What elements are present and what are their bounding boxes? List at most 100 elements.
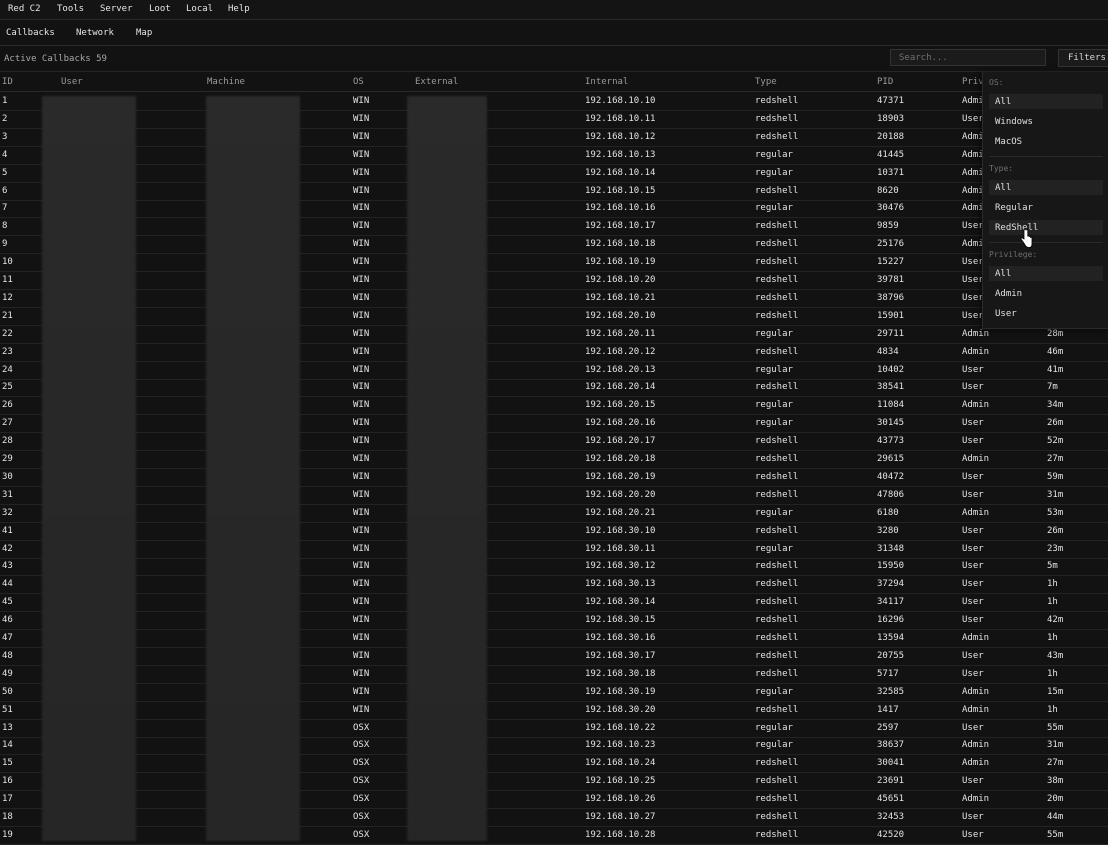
table-row[interactable]: 13 OSX 192.168.10.22 regular 2597 User 55m [0, 719, 1108, 738]
filter-os-windows[interactable]: Windows [989, 114, 1103, 129]
menu-loot[interactable]: Loot [149, 4, 171, 14]
table-row[interactable]: 18 OSX 192.168.10.27 redshell 32453 User 44m [0, 808, 1108, 827]
table-row[interactable]: 22 WIN 192.168.20.11 regular 29711 Admin 28m [0, 325, 1108, 344]
table-row[interactable]: 42 WIN 192.168.30.11 regular 31348 User 23m [0, 540, 1108, 559]
cell-type: regular [755, 740, 793, 751]
menu-server[interactable]: Server [100, 4, 133, 14]
table-row[interactable]: 4 WIN 192.168.10.13 regular 41445 Admi [0, 146, 1108, 165]
table-row[interactable]: 47 WIN 192.168.30.16 redshell 13594 Admin 1h [0, 629, 1108, 648]
cell-type: redshell [755, 794, 799, 805]
cell-type: redshell [755, 668, 799, 679]
menu-help[interactable]: Help [228, 4, 250, 14]
table-row[interactable]: 10 WIN 192.168.10.19 redshell 15227 User [0, 253, 1108, 273]
cell-internal-ip: 192.168.30.13 [585, 579, 656, 590]
cell-privilege: Admin [962, 686, 990, 697]
cell-last-seen: 41m [1047, 364, 1064, 375]
table-row[interactable]: 15 OSX 192.168.10.24 redshell 30041 Admin 27m [0, 754, 1108, 774]
cell-os: WIN [353, 131, 370, 142]
table-row[interactable]: 21 WIN 192.168.20.10 redshell 15901 User [0, 307, 1108, 326]
table-row[interactable]: 31 WIN 192.168.20.20 redshell 47806 User 31m [0, 486, 1108, 505]
cell-pid: 15227 [877, 257, 905, 268]
table-row[interactable]: 11 WIN 192.168.10.20 redshell 39781 User [0, 271, 1108, 290]
table-row[interactable]: 6 WIN 192.168.10.15 redshell 8620 Admi [0, 182, 1108, 201]
cell-internal-ip: 192.168.20.12 [585, 346, 656, 357]
table-row[interactable]: 51 WIN 192.168.30.20 redshell 1417 Admin 1h [0, 701, 1108, 720]
table-row[interactable]: 2 WIN 192.168.10.11 redshell 18903 User [0, 110, 1108, 129]
menu-red-c2[interactable]: Red C2 [8, 4, 41, 14]
table-row[interactable]: 41 WIN 192.168.30.10 redshell 3280 User 26m [0, 522, 1108, 541]
cell-os: WIN [353, 185, 370, 196]
table-row[interactable]: 46 WIN 192.168.30.15 redshell 16296 User 42m [0, 611, 1108, 631]
table-row[interactable]: 28 WIN 192.168.20.17 redshell 43773 User 52m [0, 432, 1108, 452]
cell-type: redshell [755, 454, 799, 464]
table-row[interactable]: 26 WIN 192.168.20.15 regular 11084 Admin 34m [0, 396, 1108, 416]
table-row[interactable]: 1 WIN 192.168.10.10 redshell 47371 Admi [0, 92, 1108, 111]
table-row[interactable]: 8 WIN 192.168.10.17 redshell 9859 User [0, 217, 1108, 237]
table-row[interactable]: 16 OSX 192.168.10.25 redshell 23691 User 38m [0, 772, 1108, 792]
table-row[interactable]: 9 WIN 192.168.10.18 redshell 25176 Admi [0, 235, 1108, 255]
column-id[interactable]: ID [2, 77, 13, 87]
table-row[interactable]: 43 WIN 192.168.30.12 redshell 15950 User 5m [0, 557, 1108, 577]
cell-pid: 45651 [877, 794, 905, 805]
tab-network[interactable]: Network [76, 28, 114, 38]
filter-type-all[interactable]: All [989, 180, 1103, 195]
column-privilege[interactable]: Priv [962, 77, 984, 87]
hand-cursor-icon [1020, 229, 1033, 248]
cell-id: 25 [2, 382, 13, 393]
column-type[interactable]: Type [755, 77, 777, 87]
filter-privilege-all[interactable]: All [989, 266, 1103, 281]
cell-internal-ip: 192.168.10.15 [585, 185, 656, 196]
filter-type-redshell[interactable]: RedShell [989, 220, 1103, 235]
cell-os: WIN [353, 650, 370, 661]
filters-button[interactable]: Filters [1058, 49, 1108, 67]
cell-os: WIN [353, 96, 370, 106]
cell-os: WIN [353, 525, 370, 536]
table-row[interactable]: 50 WIN 192.168.30.19 regular 32585 Admin 15m [0, 683, 1108, 702]
table-row[interactable]: 24 WIN 192.168.20.13 regular 10402 User 41m [0, 361, 1108, 380]
cell-internal-ip: 192.168.20.16 [585, 418, 656, 429]
table-row[interactable]: 7 WIN 192.168.10.16 regular 30476 Admi [0, 199, 1108, 219]
filter-os-all[interactable]: All [989, 94, 1103, 109]
filter-option-label: All [995, 183, 1012, 193]
tab-callbacks[interactable]: Callbacks [6, 28, 55, 38]
cell-os: WIN [353, 597, 370, 608]
table-row[interactable]: 3 WIN 192.168.10.12 redshell 20188 Admi [0, 128, 1108, 147]
table-row[interactable]: 48 WIN 192.168.30.17 redshell 20755 User 43m [0, 647, 1108, 666]
table-row[interactable]: 32 WIN 192.168.20.21 regular 6180 Admin 53m [0, 504, 1108, 523]
table-row[interactable]: 17 OSX 192.168.10.26 redshell 45651 Admin 20m [0, 790, 1108, 810]
cell-privilege: User [962, 221, 984, 232]
table-row[interactable]: 30 WIN 192.168.20.19 redshell 40472 User 59m [0, 468, 1108, 487]
filter-os-macos[interactable]: MacOS [989, 134, 1103, 149]
table-row[interactable]: 14 OSX 192.168.10.23 regular 38637 Admin 31m [0, 736, 1108, 756]
table-row[interactable]: 5 WIN 192.168.10.14 regular 10371 Admi [0, 164, 1108, 183]
cell-last-seen: 7m [1047, 382, 1058, 393]
table-row[interactable]: 25 WIN 192.168.20.14 redshell 38541 User 7m [0, 378, 1108, 398]
table-row[interactable]: 29 WIN 192.168.20.18 redshell 29615 Admin 27m [0, 450, 1108, 469]
cell-privilege: User [962, 597, 984, 608]
table-row[interactable]: 23 WIN 192.168.20.12 redshell 4834 Admin 46m [0, 343, 1108, 362]
column-pid[interactable]: PID [877, 77, 893, 87]
table-row[interactable]: 45 WIN 192.168.30.14 redshell 34117 User 1h [0, 593, 1108, 613]
cell-type: redshell [755, 275, 799, 285]
table-row[interactable]: 19 OSX 192.168.10.28 redshell 42520 User 55m [0, 826, 1108, 845]
table-row[interactable]: 49 WIN 192.168.30.18 redshell 5717 User 1h [0, 665, 1108, 684]
tab-map[interactable]: Map [136, 28, 152, 38]
column-user[interactable]: User [61, 77, 83, 87]
table-row[interactable]: 12 WIN 192.168.10.21 redshell 38796 User [0, 289, 1108, 308]
column-os[interactable]: OS [353, 77, 364, 87]
cell-id: 49 [2, 668, 13, 679]
search-input[interactable] [890, 49, 1046, 66]
menu-tools[interactable]: Tools [57, 4, 84, 14]
filter-type-regular[interactable]: Regular [989, 200, 1103, 215]
table-row[interactable]: 27 WIN 192.168.20.16 regular 30145 User 26m [0, 414, 1108, 434]
filter-option-label: Admin [995, 289, 1023, 299]
column-machine[interactable]: Machine [207, 77, 245, 87]
column-internal[interactable]: Internal [585, 77, 628, 87]
filter-privilege-admin[interactable]: Admin [989, 286, 1103, 301]
table-row[interactable]: 44 WIN 192.168.30.13 redshell 37294 User 1h [0, 575, 1108, 595]
column-external[interactable]: External [415, 77, 458, 87]
menu-local[interactable]: Local [186, 4, 213, 14]
filter-privilege-user[interactable]: User [989, 306, 1103, 321]
cell-internal-ip: 192.168.10.17 [585, 221, 656, 232]
filter-privilege-label: Privilege: [989, 250, 1038, 259]
